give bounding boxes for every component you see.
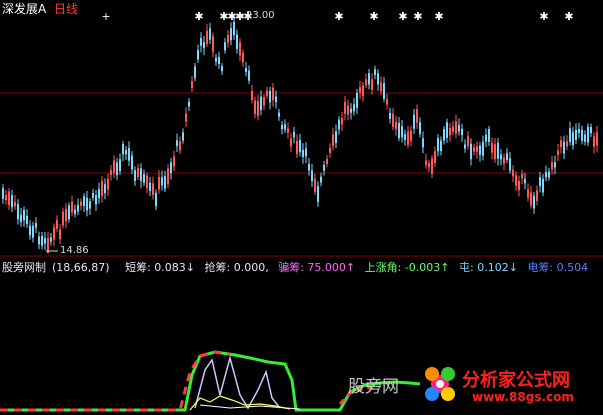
low-price-label: 14.86 bbox=[60, 245, 89, 256]
high-price-label: 23.00 bbox=[246, 10, 275, 21]
svg-text:✱: ✱ bbox=[194, 10, 203, 23]
short-chip-value: 短筹: 0.083↓ bbox=[125, 261, 195, 274]
svg-text:✱: ✱ bbox=[334, 10, 343, 23]
grab-chip-value: 抢筹: 0.000, bbox=[204, 261, 269, 274]
hold-value: 屯: 0.102↓ bbox=[459, 261, 518, 274]
logo-name: 分析家公式网 bbox=[462, 370, 570, 391]
indicator-legend: 股旁网制 (18,66,87) 短筹: 0.083↓ 抢筹: 0.000, 骗筹:… bbox=[2, 259, 594, 275]
signal-markers: + ✱ ✱✱✱✱ ✱ ✱ ✱ ✱ ✱ ✱ ✱ bbox=[101, 10, 573, 23]
svg-text:✱: ✱ bbox=[398, 10, 407, 23]
svg-text:✱: ✱ bbox=[413, 10, 422, 23]
indicator-name: 股旁网制 (18,66,87) bbox=[2, 261, 110, 274]
kline-chart[interactable]: + ✱ ✱✱✱✱ ✱ ✱ ✱ ✱ ✱ ✱ ✱ bbox=[0, 0, 603, 415]
svg-text:+: + bbox=[101, 10, 110, 23]
lure-chip-value: 骗筹: 75.000↑ bbox=[278, 261, 356, 274]
logo-url: www.88gs.com bbox=[472, 390, 574, 404]
svg-text:✱: ✱ bbox=[539, 10, 548, 23]
power-value: 电筹: 0.504 bbox=[527, 261, 589, 274]
svg-text:✱: ✱ bbox=[564, 10, 573, 23]
candlestick-series bbox=[2, 16, 598, 254]
svg-text:✱: ✱ bbox=[434, 10, 443, 23]
watermark-text: 股旁网 bbox=[348, 377, 399, 397]
rise-angle-value: 上涨角: -0.003↑ bbox=[364, 261, 450, 274]
svg-text:✱: ✱ bbox=[369, 10, 378, 23]
